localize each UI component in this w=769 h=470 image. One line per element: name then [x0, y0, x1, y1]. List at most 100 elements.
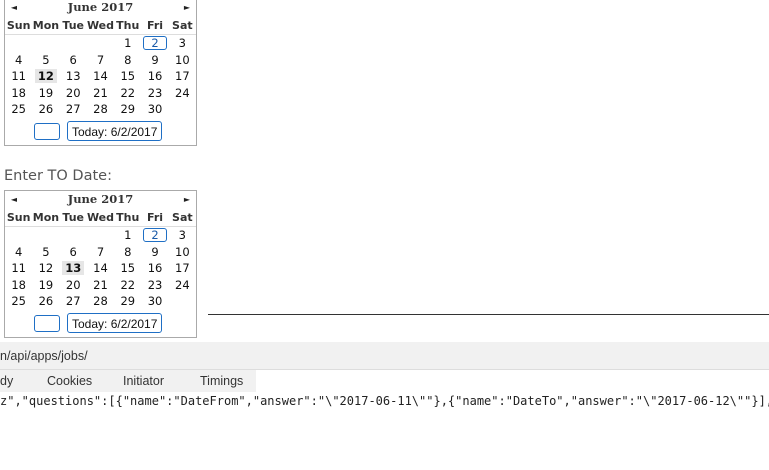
to-day-cell[interactable]: 18	[5, 277, 32, 294]
to-day-number: 12	[38, 261, 54, 276]
from-calendar-grid: Sun Mon Tue Wed Thu Fri Sat 1 2 3 4 5 6 7 8 9 10 11 12 13 1…	[5, 16, 196, 118]
from-day-cell[interactable]: 19	[32, 85, 59, 102]
from-day-cell[interactable]: 27	[60, 101, 87, 118]
from-day-cell[interactable]: 4	[5, 52, 32, 69]
from-day-cell[interactable]: 9	[141, 52, 168, 69]
to-day-cell[interactable]: 8	[114, 244, 141, 261]
tab-initiator[interactable]: Initiator	[123, 374, 164, 388]
from-clear-button[interactable]	[34, 122, 60, 140]
from-prev-month-arrow-icon[interactable]: ◄	[7, 0, 21, 16]
from-next-month-arrow-icon[interactable]: ►	[180, 0, 194, 16]
from-day-cell[interactable]: 25	[5, 101, 32, 118]
to-day-cell[interactable]: 19	[32, 277, 59, 294]
tab-timings[interactable]: Timings	[200, 374, 243, 388]
to-prev-month-arrow-icon[interactable]: ◄	[7, 191, 21, 208]
from-day-cell[interactable]: 7	[87, 52, 114, 69]
to-day-cell[interactable]: 17	[169, 260, 196, 277]
from-day-number: 10	[175, 52, 190, 67]
from-day-cell[interactable]: 15	[114, 68, 141, 85]
from-day-number: 11	[11, 69, 26, 84]
to-empty-cell	[5, 227, 32, 244]
to-day-cell[interactable]: 22	[114, 277, 141, 294]
from-day-number: 19	[38, 85, 54, 100]
to-day-cell[interactable]: 27	[60, 293, 87, 310]
to-weekday-header: Thu	[114, 208, 142, 227]
to-day-cell[interactable]: 26	[32, 293, 59, 310]
from-day-number: 4	[14, 52, 23, 67]
from-empty-cell	[87, 35, 114, 52]
from-day-cell[interactable]: 24	[169, 85, 196, 102]
to-day-cell[interactable]: 16	[141, 260, 168, 277]
to-month-label[interactable]: June 2017	[68, 192, 134, 206]
to-weekday-header: Fri	[141, 208, 169, 227]
from-day-cell[interactable]: 16	[141, 68, 168, 85]
from-day-cell[interactable]: 12	[32, 68, 59, 85]
from-day-cell[interactable]: 11	[5, 68, 32, 85]
from-today-button[interactable]: Today: 6/2/2017	[67, 120, 163, 141]
to-next-month-arrow-icon[interactable]: ►	[180, 191, 194, 208]
from-day-cell[interactable]: 23	[141, 85, 168, 102]
to-day-cell[interactable]: 30	[141, 293, 168, 310]
to-day-number: 2	[143, 228, 168, 243]
to-day-cell[interactable]: 9	[141, 244, 168, 261]
to-day-cell[interactable]: 25	[5, 293, 32, 310]
to-week-row: 11 12 13 14 15 16 17	[5, 260, 196, 277]
from-day-cell[interactable]: 8	[114, 52, 141, 69]
to-day-cell[interactable]: 11	[5, 260, 32, 277]
from-day-cell[interactable]: 17	[169, 68, 196, 85]
from-day-cell[interactable]: 1	[114, 35, 141, 52]
from-day-cell[interactable]: 21	[87, 85, 114, 102]
to-day-number: 8	[124, 244, 132, 259]
to-day-cell[interactable]: 4	[5, 244, 32, 261]
to-day-cell[interactable]: 14	[87, 260, 114, 277]
to-day-cell[interactable]: 12	[32, 260, 59, 277]
from-day-cell[interactable]: 2	[141, 35, 168, 52]
to-weekday-header: Wed	[86, 208, 115, 227]
to-day-cell[interactable]: 5	[32, 244, 59, 261]
to-day-cell[interactable]: 28	[87, 293, 114, 310]
from-day-cell[interactable]: 29	[114, 101, 141, 118]
to-day-number: 9	[151, 244, 159, 259]
from-day-cell[interactable]: 5	[32, 52, 59, 69]
to-day-cell[interactable]: 6	[60, 244, 87, 261]
to-day-cell[interactable]: 24	[169, 277, 196, 294]
to-day-number: 10	[175, 244, 190, 259]
from-day-cell[interactable]: 30	[141, 101, 168, 118]
to-day-cell[interactable]: 7	[87, 244, 114, 261]
from-day-cell[interactable]: 14	[87, 68, 114, 85]
to-day-number: 11	[11, 261, 26, 276]
from-day-cell[interactable]: 18	[5, 85, 32, 102]
to-empty-cell	[60, 227, 87, 244]
to-day-cell[interactable]: 15	[114, 260, 141, 277]
from-day-cell[interactable]: 22	[114, 85, 141, 102]
to-day-cell[interactable]: 3	[169, 227, 196, 244]
from-day-cell[interactable]: 26	[32, 101, 59, 118]
from-empty-cell	[60, 35, 87, 52]
from-day-cell[interactable]: 20	[60, 85, 87, 102]
to-today-button[interactable]: Today: 6/2/2017	[67, 312, 163, 333]
from-day-cell[interactable]: 10	[169, 52, 196, 69]
devtools-network-panel: n/api/apps/jobs/ dy Cookies Initiator Ti…	[0, 342, 769, 470]
to-day-cell[interactable]: 13	[60, 260, 87, 277]
from-month-label[interactable]: June 2017	[68, 0, 134, 14]
tab-cookies[interactable]: Cookies	[47, 374, 92, 388]
to-empty-cell	[87, 227, 114, 244]
to-day-cell[interactable]: 21	[87, 277, 114, 294]
to-day-cell[interactable]: 1	[114, 227, 141, 244]
from-weekday-header: Tue	[59, 16, 87, 35]
to-day-cell[interactable]: 10	[169, 244, 196, 261]
to-day-cell[interactable]: 20	[60, 277, 87, 294]
from-day-cell[interactable]: 6	[60, 52, 87, 69]
to-clear-button[interactable]	[34, 314, 60, 332]
from-day-cell[interactable]: 3	[169, 35, 196, 52]
to-week-row: 25 26 27 28 29 30	[5, 293, 196, 310]
to-day-cell[interactable]: 23	[141, 277, 168, 294]
tab-body[interactable]: dy	[0, 374, 13, 388]
request-payload-text: z","questions":[{"name":"DateFrom","answ…	[0, 394, 769, 408]
request-url[interactable]: n/api/apps/jobs/	[0, 349, 88, 363]
to-day-cell[interactable]: 29	[114, 293, 141, 310]
from-day-cell[interactable]: 13	[60, 68, 87, 85]
to-day-cell[interactable]: 2	[141, 227, 168, 244]
from-day-cell[interactable]: 28	[87, 101, 114, 118]
to-empty-cell	[32, 227, 59, 244]
